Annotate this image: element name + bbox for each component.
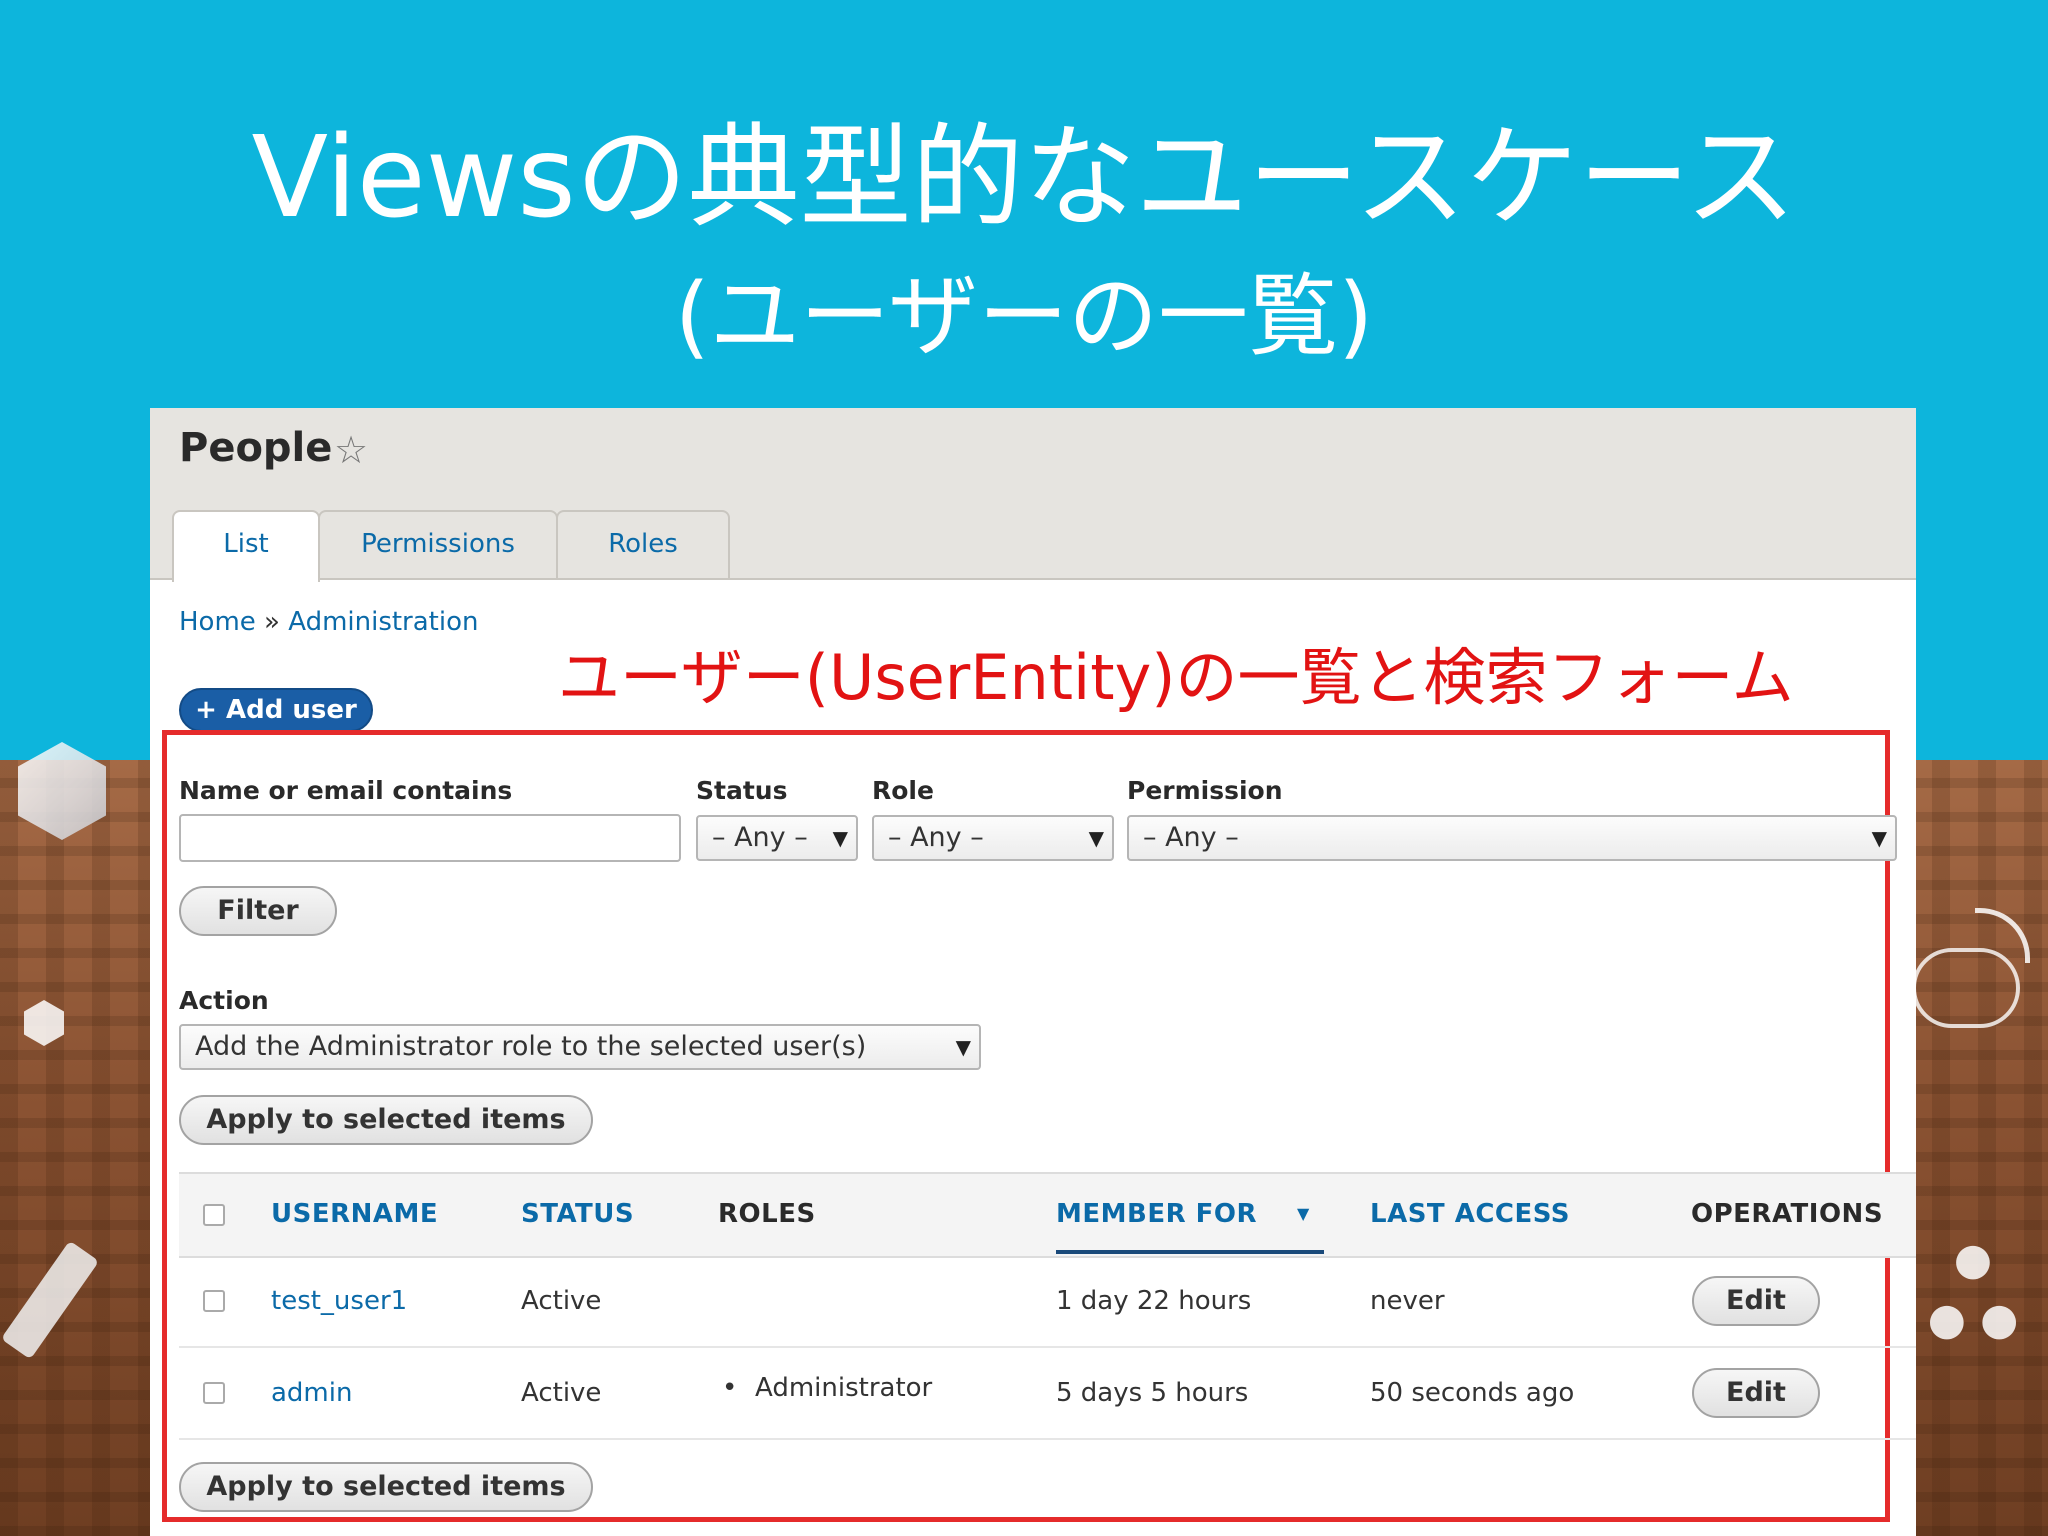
column-roles: ROLES	[718, 1199, 816, 1229]
slide-subtitle: (ユーザーの一覧)	[674, 264, 1374, 369]
page-title: People	[179, 425, 333, 471]
permission-filter-label: Permission	[1127, 776, 1283, 805]
dropdown-arrow-icon: ▼	[955, 1035, 971, 1059]
role-item: Administrator	[755, 1373, 933, 1403]
table-row: admin Active • Administrator 5 days 5 ho…	[179, 1348, 1916, 1440]
name-email-input[interactable]	[179, 814, 681, 862]
page-header: People ☆ List Permissions Roles	[150, 408, 1916, 582]
status-select[interactable]: – Any – ▼	[696, 815, 858, 861]
action-label: Action	[179, 986, 269, 1015]
username-link[interactable]: admin	[271, 1348, 352, 1438]
name-filter-label: Name or email contains	[179, 776, 513, 805]
star-outline-icon[interactable]: ☆	[334, 422, 368, 478]
last-access-cell: never	[1370, 1286, 1445, 1316]
org-chart-icon: ● ● ●	[1927, 1234, 2019, 1345]
dropdown-arrow-icon: ▼	[1871, 826, 1887, 850]
member-for-cell: 1 day 22 hours	[1056, 1286, 1252, 1316]
status-cell: Active	[521, 1378, 602, 1408]
apply-to-selected-button-bottom[interactable]: Apply to selected items	[179, 1462, 593, 1512]
username-link[interactable]: test_user1	[271, 1256, 407, 1346]
action-select-value: Add the Administrator role to the select…	[195, 1031, 867, 1062]
tab-roles[interactable]: Roles	[556, 510, 730, 578]
status-cell: Active	[521, 1286, 602, 1316]
active-sort-indicator	[1056, 1250, 1324, 1254]
table-header: USERNAME STATUS ROLES MEMBER FOR ▼ LAST …	[179, 1172, 1916, 1258]
status-filter-label: Status	[696, 776, 788, 805]
column-username[interactable]: USERNAME	[271, 1174, 438, 1254]
role-select[interactable]: – Any – ▼	[872, 815, 1114, 861]
permission-select[interactable]: – Any – ▼	[1127, 815, 1897, 861]
row-checkbox[interactable]	[203, 1290, 225, 1312]
column-last-access[interactable]: LAST ACCESS	[1370, 1174, 1570, 1254]
dropdown-arrow-icon: ▼	[1088, 826, 1104, 850]
status-select-value: – Any –	[712, 822, 808, 853]
tab-list[interactable]: List	[172, 510, 320, 582]
edit-button[interactable]: Edit	[1692, 1276, 1820, 1326]
role-select-value: – Any –	[888, 822, 984, 853]
edit-button[interactable]: Edit	[1692, 1368, 1820, 1418]
sort-descending-icon[interactable]: ▼	[1297, 1174, 1309, 1254]
role-filter-label: Role	[872, 776, 934, 805]
column-member-for[interactable]: MEMBER FOR	[1056, 1174, 1257, 1254]
select-all-checkbox[interactable]	[203, 1204, 225, 1226]
action-select[interactable]: Add the Administrator role to the select…	[179, 1024, 981, 1070]
member-for-cell: 5 days 5 hours	[1056, 1378, 1249, 1408]
add-user-button[interactable]: + Add user	[179, 688, 373, 732]
column-operations: OPERATIONS	[1691, 1199, 1884, 1229]
breadcrumb-separator: »	[264, 607, 280, 637]
drupal-people-page: People ☆ List Permissions Roles Home » A…	[150, 408, 1916, 1536]
breadcrumb-home-link[interactable]: Home	[179, 607, 256, 637]
dropdown-arrow-icon: ▼	[832, 826, 848, 850]
annotation-text: ユーザー(UserEntity)の一覧と検索フォーム	[558, 641, 1794, 714]
breadcrumb: Home » Administration	[179, 604, 479, 640]
role-bullet: •	[722, 1373, 738, 1403]
table-row: test_user1 Active 1 day 22 hours never E…	[179, 1256, 1916, 1348]
slide-title: Viewsの典型的なユースケース	[251, 113, 1797, 243]
row-checkbox[interactable]	[203, 1382, 225, 1404]
permission-select-value: – Any –	[1143, 822, 1239, 853]
breadcrumb-administration-link[interactable]: Administration	[288, 607, 478, 637]
filter-button[interactable]: Filter	[179, 886, 337, 936]
apply-to-selected-button-top[interactable]: Apply to selected items	[179, 1095, 593, 1145]
column-status[interactable]: STATUS	[521, 1174, 634, 1254]
tab-permissions[interactable]: Permissions	[318, 510, 558, 578]
last-access-cell: 50 seconds ago	[1370, 1378, 1575, 1408]
